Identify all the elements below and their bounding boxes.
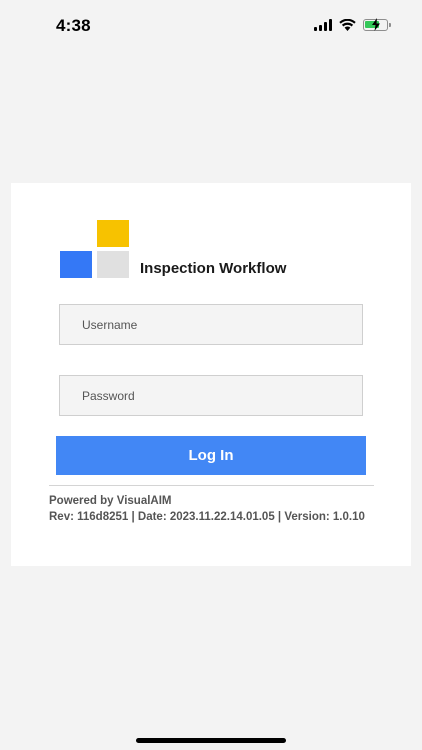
- login-card: Inspection Workflow Log In Powered by Vi…: [11, 183, 411, 566]
- footer-info: Powered by VisualAIM Rev: 116d8251 | Dat…: [49, 493, 379, 525]
- logo-blue-square: [60, 251, 92, 278]
- battery-charging-icon: [363, 18, 391, 31]
- wifi-icon: [339, 19, 356, 31]
- cellular-signal-icon: [314, 19, 332, 31]
- logo-grey-square: [97, 251, 129, 278]
- app-logo: [60, 220, 130, 278]
- login-screen: 4:38 Inspection Workflow Username Log In…: [0, 0, 422, 750]
- home-indicator[interactable]: [136, 738, 286, 743]
- divider: [49, 485, 374, 486]
- version-info-text: Rev: 116d8251 | Date: 2023.11.22.14.01.0…: [49, 511, 365, 523]
- status-icons: [314, 18, 391, 31]
- logo-yellow-square: [97, 220, 129, 247]
- login-button[interactable]: Log In: [56, 436, 366, 475]
- status-bar: 4:38: [0, 0, 422, 50]
- password-input[interactable]: [59, 375, 363, 416]
- username-input[interactable]: [59, 304, 363, 345]
- app-title: Inspection Workflow: [140, 260, 287, 277]
- status-time: 4:38: [56, 16, 91, 35]
- powered-by-text: Powered by VisualAIM: [49, 495, 172, 507]
